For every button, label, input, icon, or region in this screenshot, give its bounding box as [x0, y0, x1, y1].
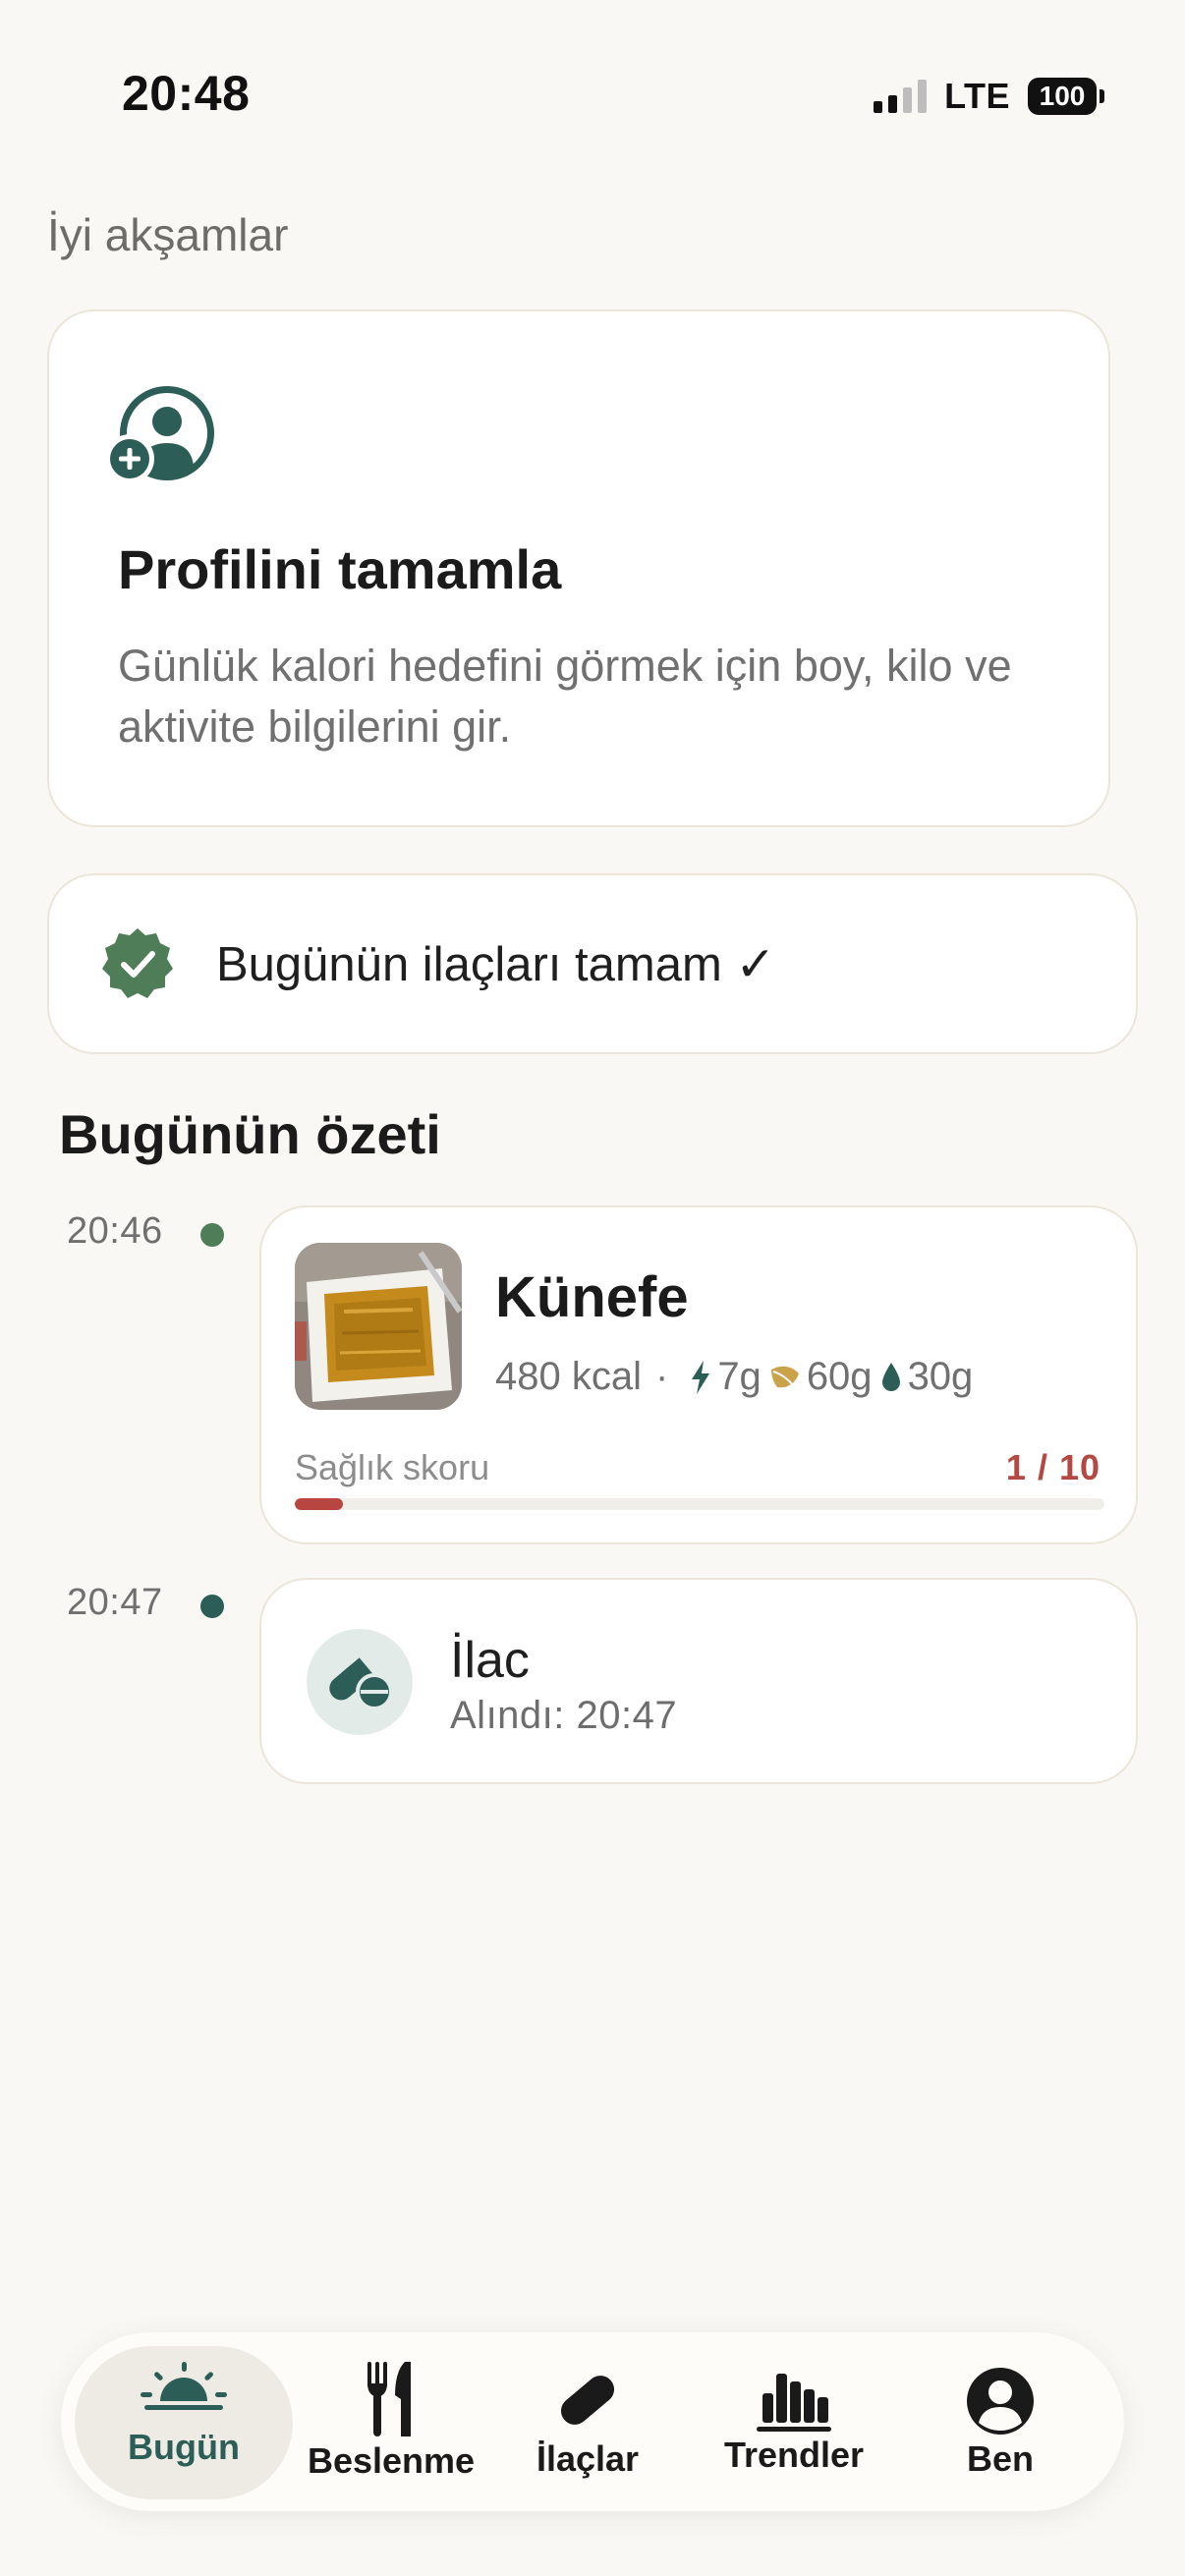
meal-protein: 7g	[717, 1355, 762, 1398]
nav-label-today: Bugün	[128, 2427, 240, 2467]
user-plus-icon	[108, 386, 214, 483]
meal-carbs: 60g	[806, 1355, 873, 1398]
nav-label-medications: İlaçlar	[536, 2438, 640, 2479]
network-label: LTE	[944, 76, 1010, 116]
meal-photo	[295, 1243, 462, 1410]
nav-item-medications[interactable]: İlaçlar	[513, 2332, 662, 2511]
status-time: 20:48	[122, 66, 251, 121]
meal-fat: 30g	[907, 1355, 974, 1398]
profile-card-title: Profilini tamamla	[118, 538, 562, 600]
status-indicators: LTE 100	[874, 71, 1104, 122]
health-score-value: 1 / 10	[1005, 1447, 1100, 1487]
nav-label-me: Ben	[966, 2438, 1034, 2479]
health-score-label: Sağlık skoru	[295, 1447, 490, 1487]
check-badge-icon	[102, 928, 173, 998]
medication-entry-card[interactable]: İlac Alındı: 20:47	[259, 1578, 1138, 1784]
nav-label-trends: Trendler	[723, 2435, 865, 2475]
meta-separator: ·	[654, 1355, 669, 1398]
signal-icon	[874, 80, 928, 113]
meal-name: Künefe	[495, 1265, 689, 1329]
medication-status-card[interactable]: Bugünün ilaçları tamam ✓	[47, 873, 1138, 1054]
meal-entry-card[interactable]: Künefe 480 kcal · 7g 60g 30g Sağlık skor…	[259, 1205, 1138, 1544]
meal-nutrition: 480 kcal · 7g 60g 30g	[495, 1355, 973, 1399]
pill-icon	[307, 1629, 413, 1735]
lightning-icon	[692, 1360, 710, 1394]
medication-status-text: Bugünün ilaçları tamam ✓	[216, 937, 776, 991]
medication-name: İlac	[450, 1632, 530, 1689]
nav-label-nutrition: Beslenme	[307, 2440, 476, 2481]
medication-taken-time: Alındı: 20:47	[450, 1694, 678, 1737]
meal-kcal: 480 kcal	[495, 1355, 642, 1398]
fork-knife-icon	[367, 2362, 411, 2436]
pill-icon	[560, 2376, 615, 2425]
profile-card-description: Günlük kalori hedefini görmek için boy, …	[118, 641, 1012, 752]
nav-item-today[interactable]: Bugün	[75, 2332, 293, 2511]
timeline-time: 20:46	[67, 1210, 163, 1252]
health-score-fill	[295, 1498, 344, 1510]
drop-icon	[881, 1362, 900, 1391]
battery-level: 100	[1028, 78, 1097, 115]
nav-item-nutrition[interactable]: Beslenme	[307, 2332, 476, 2511]
summary-title: Bugünün özeti	[59, 1103, 441, 1165]
battery-icon: 100	[1028, 78, 1104, 115]
nav-item-me[interactable]: Ben	[916, 2332, 1085, 2511]
timeline-dot	[200, 1223, 224, 1247]
sunset-icon	[141, 2362, 227, 2410]
timeline-dot	[200, 1595, 224, 1618]
nav-item-trends[interactable]: Trendler	[709, 2332, 878, 2511]
user-circle-icon	[967, 2368, 1034, 2435]
greeting: İyi akşamlar	[47, 209, 289, 260]
complete-profile-card[interactable]: Profilini tamamla Günlük kalori hedefini…	[47, 309, 1110, 827]
leaf-icon	[770, 1366, 799, 1387]
health-score-bar	[295, 1498, 1104, 1510]
bottom-nav: Bugün Beslenme İlaçlar Trendler Ben	[61, 2332, 1124, 2511]
bar-chart-icon	[757, 2374, 831, 2432]
timeline-time: 20:47	[67, 1582, 163, 1623]
